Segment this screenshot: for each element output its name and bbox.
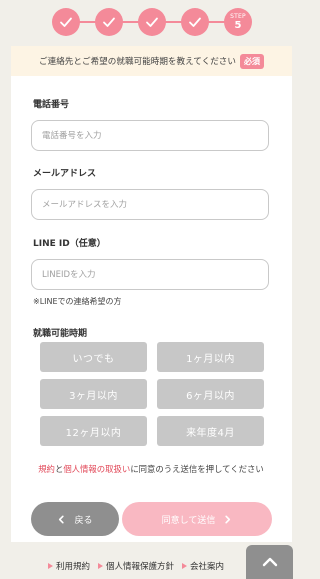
submit-button[interactable]: 同意して送信 (122, 502, 272, 536)
footer-link-label: 会社案内 (190, 562, 225, 572)
line-id-label: LINE ID（任意） (33, 239, 106, 249)
availability-label: 就職可能時期 (33, 329, 88, 339)
required-badge: 必須 (239, 53, 264, 69)
terms-link[interactable]: 規約 (38, 464, 55, 474)
triangle-right-icon (98, 563, 104, 569)
availability-option-3-months[interactable]: 3ヶ月以内 (40, 379, 147, 409)
step-2-complete (95, 8, 123, 36)
footer-link-label: 利用規約 (56, 562, 91, 572)
notice-banner: ご連絡先とご希望の就職可能時期を教えてください 必須 (11, 46, 292, 76)
scroll-to-top-button[interactable] (246, 545, 293, 579)
step-label: STEP (230, 12, 246, 20)
form-panel: ご連絡先とご希望の就職可能時期を教えてください 必須 電話番号 メールアドレス … (11, 46, 292, 542)
availability-option-next-april[interactable]: 来年度4月 (157, 416, 264, 446)
step-number: 5 (234, 19, 242, 31)
footer-link-company[interactable]: 会社案内 (182, 560, 224, 572)
availability-options: いつでも 1ヶ月以内 3ヶ月以内 6ヶ月以内 12ヶ月以内 来年度4月 (40, 342, 264, 446)
check-icon (146, 17, 158, 27)
footer-link-terms[interactable]: 利用規約 (48, 560, 90, 572)
back-button[interactable]: 戻る (31, 502, 119, 536)
chevron-left-icon (59, 515, 65, 523)
availability-option-12-months[interactable]: 12ヶ月以内 (40, 416, 147, 446)
step-indicator: STEP 5 (52, 6, 252, 38)
check-icon (103, 17, 115, 27)
step-4-complete (181, 8, 209, 36)
availability-option-anytime[interactable]: いつでも (40, 342, 147, 372)
chevron-right-icon (225, 515, 231, 523)
step-5-current: STEP 5 (224, 8, 252, 36)
availability-option-1-month[interactable]: 1ヶ月以内 (157, 342, 264, 372)
privacy-link[interactable]: 個人情報の取扱い (63, 464, 130, 474)
chevron-up-icon (262, 557, 277, 567)
phone-label: 電話番号 (33, 100, 70, 110)
check-icon (60, 17, 72, 27)
back-button-label: 戻る (74, 515, 93, 526)
consent-text: 規約と個人情報の取扱いに同意のうえ送信を押してください (31, 462, 271, 476)
notice-text: ご連絡先とご希望の就職可能時期を教えてください (39, 57, 236, 67)
consent-rest: に同意のうえ送信を押してください (130, 464, 264, 474)
check-icon (189, 17, 201, 27)
triangle-right-icon (182, 563, 188, 569)
footer-link-label: 個人情報保護方針 (106, 562, 175, 572)
step-3-complete (138, 8, 166, 36)
footer-link-privacy[interactable]: 個人情報保護方針 (98, 560, 174, 572)
email-label: メールアドレス (33, 169, 97, 179)
line-id-note: ※LINEでの連絡希望の方 (33, 297, 122, 306)
triangle-right-icon (48, 563, 53, 569)
step-1-complete (52, 8, 80, 36)
email-input[interactable] (31, 189, 269, 220)
line-id-input[interactable] (31, 259, 269, 290)
phone-input[interactable] (31, 120, 269, 151)
availability-option-6-months[interactable]: 6ヶ月以内 (157, 379, 264, 409)
footer-links: 利用規約 個人情報保護方針 会社案内 (48, 560, 224, 572)
submit-button-label: 同意して送信 (161, 515, 216, 526)
